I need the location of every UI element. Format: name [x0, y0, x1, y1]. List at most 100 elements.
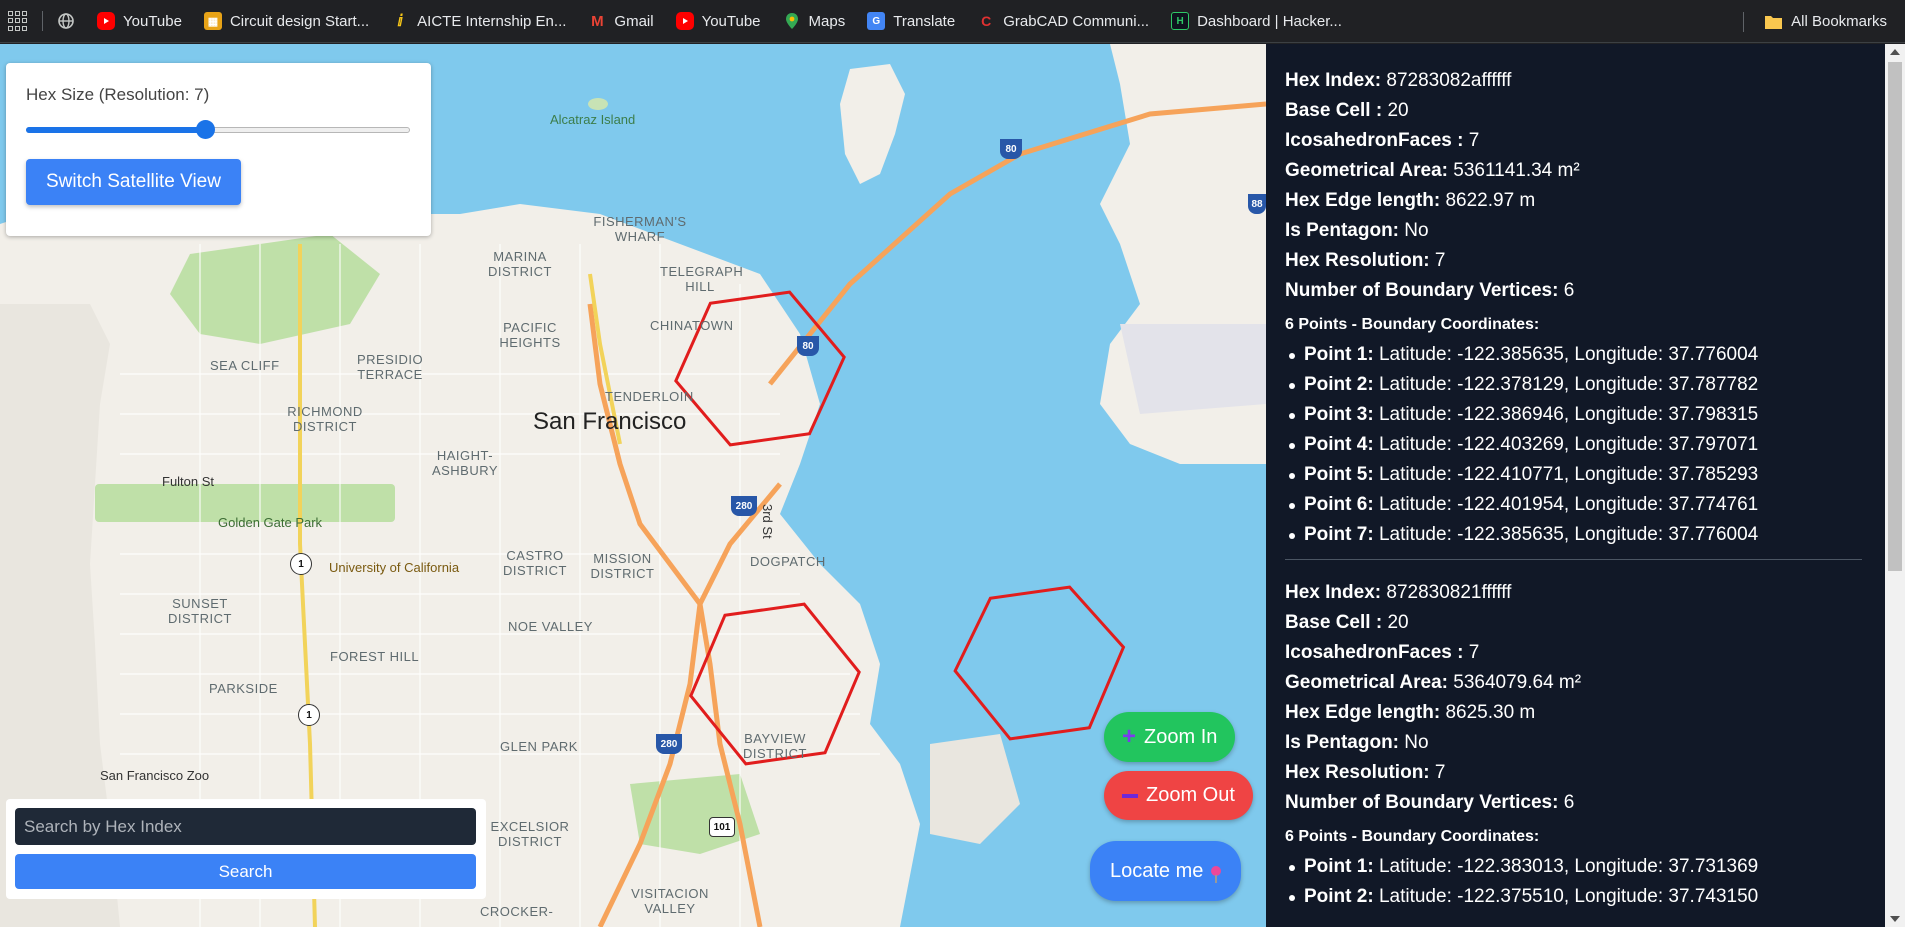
- list-item: Point 7: Latitude: -122.385635, Longitud…: [1285, 520, 1885, 550]
- gmail-icon: M: [591, 12, 604, 30]
- list-item: Point 6: Latitude: -122.401954, Longitud…: [1285, 490, 1885, 520]
- bookmark-label: Circuit design Start...: [229, 12, 370, 30]
- hex-index-value: 87283082affffff: [1386, 70, 1512, 91]
- scrollbar-thumb[interactable]: [1888, 62, 1902, 571]
- base-cell-row: Base Cell : 20: [1285, 100, 1409, 121]
- map-label: NOE VALLEY: [508, 619, 593, 634]
- map-label: FISHERMAN'S WHARF: [593, 214, 687, 244]
- list-item: Point 2: Latitude: -122.375510, Longitud…: [1285, 882, 1885, 912]
- hex-outline: [953, 585, 1126, 741]
- bookmark-item[interactable]: ▦ Circuit design Start...: [203, 12, 370, 30]
- icosahedron-row: IcosahedronFaces : 7: [1285, 130, 1480, 151]
- bookmark-item[interactable]: ⅈ AICTE Internship En...: [391, 12, 567, 31]
- hex-info-block: Hex Index: 87283082affffff Base Cell : 2…: [1285, 66, 1885, 550]
- area-row: Geometrical Area: 5364079.64 m²: [1285, 672, 1582, 693]
- zoom-in-button[interactable]: + Zoom In: [1104, 712, 1236, 762]
- apps-icon[interactable]: [8, 11, 28, 31]
- slider-thumb[interactable]: [196, 120, 216, 139]
- pin-icon: [1211, 866, 1222, 883]
- street-label: 3rd St: [760, 504, 775, 539]
- scrollbar[interactable]: [1885, 44, 1905, 927]
- zoom-in-label: Zoom In: [1144, 725, 1218, 748]
- bookmark-item[interactable]: H Dashboard | Hacker...: [1171, 12, 1342, 30]
- bookmark-label: AICTE Internship En...: [417, 12, 567, 30]
- locate-me-button[interactable]: Locate me: [1090, 841, 1242, 901]
- bookmark-label: Translate: [893, 12, 956, 30]
- scroll-up-icon[interactable]: [1890, 49, 1900, 55]
- us-route-shield: 101: [709, 817, 735, 837]
- interstate-shield: 80: [797, 336, 819, 356]
- bookmark-item[interactable]: G Translate: [867, 12, 955, 30]
- search-panel: Search: [6, 799, 486, 899]
- bookmark-item[interactable]: YouTube: [97, 12, 182, 30]
- map-label: VISITACION VALLEY: [631, 886, 709, 916]
- bookmark-label: Gmail: [614, 12, 654, 30]
- interstate-shield: 80: [1000, 139, 1022, 159]
- globe-bookmark[interactable]: [57, 12, 75, 30]
- street-label: Fulton St: [162, 474, 215, 489]
- tinkercad-icon: ▦: [203, 12, 222, 30]
- map-label: EXCELSIOR DISTRICT: [490, 819, 570, 849]
- hex-info-block: Hex Index: 872830821ffffff Base Cell : 2…: [1285, 578, 1885, 912]
- city-label: San Francisco: [533, 408, 687, 435]
- map-label: TENDERLOIN: [605, 389, 694, 404]
- locate-label: Locate me: [1110, 859, 1204, 882]
- pentagon-row: Is Pentagon: No: [1285, 732, 1429, 753]
- pentagon-value: No: [1404, 732, 1429, 753]
- scroll-down-icon[interactable]: [1890, 916, 1900, 922]
- base-cell-value: 20: [1387, 100, 1409, 121]
- bookmark-item[interactable]: Maps: [783, 12, 845, 30]
- bookmark-label: YouTube: [123, 12, 182, 30]
- map-label: SEA CLIFF: [210, 358, 280, 373]
- slider-fill: [26, 127, 206, 133]
- base-cell-row: Base Cell : 20: [1285, 612, 1409, 633]
- land-treasure: [840, 64, 905, 184]
- resolution-slider[interactable]: [26, 119, 410, 139]
- bookmark-label: GrabCAD Communi...: [1003, 12, 1150, 30]
- list-item: Point 1: Latitude: -122.385635, Longitud…: [1285, 340, 1885, 370]
- search-input[interactable]: [15, 808, 476, 845]
- control-panel: Hex Size (Resolution: 7) Switch Satellit…: [6, 63, 431, 236]
- list-item: Point 4: Latitude: -122.403269, Longitud…: [1285, 430, 1885, 460]
- edge-row: Hex Edge length: 8622.97 m: [1285, 190, 1536, 211]
- resolution-row: Hex Resolution: 7: [1285, 250, 1446, 271]
- list-item: Point 2: Latitude: -122.378129, Longitud…: [1285, 370, 1885, 400]
- edge-value: 8625.30 m: [1445, 702, 1536, 723]
- airport: [1120, 324, 1266, 414]
- bookmarks-divider: [42, 11, 43, 31]
- plus-icon: +: [1122, 723, 1137, 750]
- vertices-value: 6: [1563, 280, 1575, 301]
- hex-index-row: Hex Index: 87283082affffff: [1285, 70, 1512, 91]
- map-label: SUNSET DISTRICT: [168, 596, 232, 626]
- hex-index-value: 872830821ffffff: [1386, 582, 1512, 603]
- map-label: PRESIDIO TERRACE: [356, 352, 424, 382]
- bookmarks-divider: [1743, 11, 1745, 32]
- icosahedron-value: 7: [1468, 130, 1480, 151]
- bookmark-item[interactable]: M Gmail: [588, 12, 653, 30]
- resolution-row: Hex Resolution: 7: [1285, 762, 1446, 783]
- bookmark-item[interactable]: YouTube: [675, 12, 761, 30]
- interstate-shield: 280: [731, 496, 757, 516]
- list-item: Point 5: Latitude: -122.410771, Longitud…: [1285, 460, 1885, 490]
- aicte-icon: ⅈ: [397, 13, 403, 30]
- resolution-value: 7: [1434, 250, 1446, 271]
- map-label: CHINATOWN: [650, 318, 734, 333]
- resolution-value: 7: [1434, 762, 1446, 783]
- hex-size-label: Hex Size (Resolution: 7): [26, 85, 210, 104]
- area-value: 5361141.34 m²: [1453, 160, 1580, 181]
- bookmark-item[interactable]: C GrabCAD Communi...: [977, 12, 1149, 30]
- zoom-out-button[interactable]: Zoom Out: [1104, 771, 1253, 820]
- vertices-row: Number of Boundary Vertices: 6: [1285, 280, 1575, 301]
- poi-label: University of California: [329, 560, 460, 575]
- info-divider: [1285, 559, 1862, 560]
- grabcad-icon: C: [981, 13, 992, 29]
- all-bookmarks[interactable]: All Bookmarks: [1743, 0, 1887, 43]
- interstate-shield: 88: [1248, 194, 1266, 214]
- state-route-shield: 1: [298, 704, 320, 726]
- hex-info-panel: Hex Index: 87283082affffff Base Cell : 2…: [1266, 44, 1885, 927]
- search-button[interactable]: Search: [15, 854, 476, 889]
- land-alcatraz: [588, 98, 608, 110]
- pentagon-value: No: [1404, 220, 1429, 241]
- switch-satellite-button[interactable]: Switch Satellite View: [26, 159, 241, 205]
- bookmarks-bar: YouTube ▦ Circuit design Start... ⅈ AICT…: [0, 0, 1905, 43]
